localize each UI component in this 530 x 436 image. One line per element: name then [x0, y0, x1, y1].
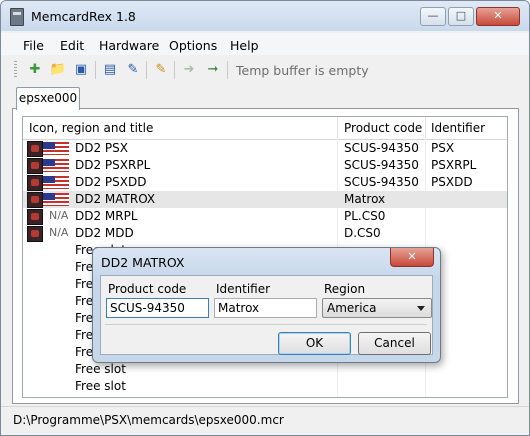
dialog-close-button[interactable]: ✕ — [390, 248, 434, 267]
us-flag-icon — [43, 159, 69, 172]
cell-identifier: PSX — [431, 141, 455, 155]
cell-product: D.CS0 — [344, 226, 381, 240]
cell-title: DD2 PSXDD — [75, 175, 147, 189]
table-row[interactable]: DD2 MATROX Matrox — [23, 191, 507, 208]
comments-icon[interactable]: ✎ — [124, 61, 142, 79]
cell-title: Free slot — [75, 362, 126, 376]
cell-product: SCUS-94350 — [344, 141, 419, 155]
list-header: Icon, region and title Product code Iden… — [23, 117, 507, 140]
product-code-field[interactable]: SCUS-94350 — [106, 298, 209, 318]
table-row[interactable]: Free slot — [23, 361, 507, 378]
menu-hardware[interactable]: Hardware — [99, 38, 159, 53]
close-button[interactable]: ✕ — [476, 7, 520, 26]
save-icon[interactable]: ▣ — [72, 61, 90, 79]
dialog-divider — [105, 324, 427, 325]
column-divider[interactable] — [425, 117, 426, 139]
memory-card-icon — [10, 8, 24, 26]
toolbar-separator — [146, 61, 147, 79]
file-path: D:\Programme\PSX\memcards\epsxe000.mcr — [13, 413, 284, 427]
status-bar: D:\Programme\PSX\memcards\epsxe000.mcr — [1, 406, 529, 435]
edit-header-icon[interactable]: ▤ — [101, 61, 119, 79]
tab-epsxe000[interactable]: epsxe000 — [16, 87, 80, 110]
region-value: America — [327, 301, 377, 315]
edit-header-dialog: DD2 MATROX ✕ Product code SCUS-94350 Ide… — [92, 247, 441, 363]
toolbar-grip — [14, 61, 17, 79]
cell-title: DD2 MDD — [75, 226, 134, 240]
cell-title: Free slot — [75, 379, 126, 393]
cell-title: DD2 MATROX — [75, 192, 156, 206]
cell-product: Matrox — [344, 192, 386, 206]
identifier-label: Identifier — [216, 282, 271, 296]
cell-identifier: PSXRPL — [431, 158, 477, 172]
table-row[interactable]: N/A DD2 MDD D.CS0 — [23, 225, 507, 242]
cancel-button[interactable]: Cancel — [358, 332, 431, 355]
toolbar-separator — [95, 61, 96, 79]
column-header-identifier[interactable]: Identifier — [431, 121, 485, 135]
export-icon[interactable]: ➞ — [204, 61, 222, 79]
table-row[interactable]: DD2 PSX SCUS-94350 PSX — [23, 140, 507, 157]
toolbar: ✚ 📁 ▣ ▤ ✎ ✎ ➜ ➞ Temp buffer is empty — [1, 57, 529, 83]
cell-product: SCUS-94350 — [344, 158, 419, 172]
identifier-field[interactable]: Matrox — [214, 298, 317, 318]
us-flag-icon — [43, 193, 69, 206]
region-select[interactable]: America — [322, 298, 432, 318]
table-row[interactable]: DD2 PSXDD SCUS-94350 PSXDD — [23, 174, 507, 191]
region-text: N/A — [49, 226, 69, 239]
toolbar-separator — [174, 61, 175, 79]
menu-help[interactable]: Help — [230, 38, 259, 53]
dialog-title: DD2 MATROX — [101, 255, 185, 270]
new-card-icon[interactable]: ✚ — [26, 61, 44, 79]
window-title: MemcardRex 1.8 — [31, 9, 136, 24]
cell-product: SCUS-94350 — [344, 175, 419, 189]
open-folder-icon[interactable]: 📁 — [49, 61, 67, 79]
table-row[interactable]: DD2 PSXRPL SCUS-94350 PSXRPL — [23, 157, 507, 174]
us-flag-icon — [43, 142, 69, 155]
maximize-button[interactable]: □ — [448, 7, 474, 26]
save-icon-image — [27, 141, 43, 157]
column-header-title[interactable]: Icon, region and title — [29, 121, 153, 135]
table-row[interactable]: Free slot — [23, 378, 507, 395]
menu-bar: File Edit Hardware Options Help — [1, 33, 529, 55]
menu-file[interactable]: File — [23, 38, 44, 53]
chevron-down-icon — [417, 306, 425, 311]
column-divider[interactable] — [337, 117, 338, 139]
region-label: Region — [324, 282, 366, 296]
import-icon[interactable]: ➜ — [180, 61, 198, 79]
save-icon-image — [27, 192, 43, 208]
menu-edit[interactable]: Edit — [60, 38, 84, 53]
minimize-button[interactable]: — — [420, 7, 446, 26]
title-bar: MemcardRex 1.8 — □ ✕ — [1, 1, 529, 31]
ok-button[interactable]: OK — [278, 332, 351, 355]
dialog-body: Product code SCUS-94350 Identifier Matro… — [100, 275, 433, 355]
save-icon-image — [27, 209, 43, 225]
save-icon-image — [27, 226, 43, 242]
buffer-status: Temp buffer is empty — [236, 63, 369, 78]
column-header-product-code[interactable]: Product code — [344, 121, 422, 135]
cell-title: DD2 MRPL — [75, 209, 138, 223]
product-code-label: Product code — [108, 282, 187, 296]
cell-identifier: PSXDD — [431, 175, 473, 189]
table-row[interactable]: N/A DD2 MRPL PL.CS0 — [23, 208, 507, 225]
menu-options[interactable]: Options — [169, 38, 217, 53]
edit-icon-icon[interactable]: ✎ — [152, 61, 170, 79]
save-icon-image — [27, 175, 43, 191]
main-window: MemcardRex 1.8 — □ ✕ File Edit Hardware … — [0, 0, 530, 436]
cell-product: PL.CS0 — [344, 209, 386, 223]
cell-title: DD2 PSX — [75, 141, 129, 155]
toolbar-separator — [227, 61, 228, 79]
save-icon-image — [27, 158, 43, 174]
us-flag-icon — [43, 176, 69, 189]
region-text: N/A — [49, 209, 69, 222]
cell-title: DD2 PSXRPL — [75, 158, 151, 172]
